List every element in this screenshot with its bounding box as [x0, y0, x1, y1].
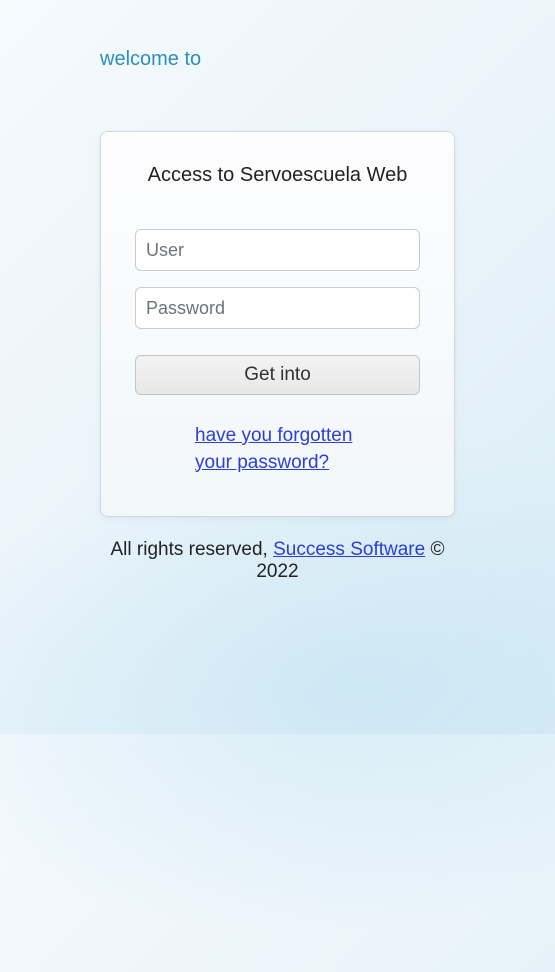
card-title: Access to Servoescuela Web: [135, 164, 420, 187]
company-link[interactable]: Success Software: [273, 539, 425, 560]
footer: All rights reserved, Success Software © …: [100, 539, 455, 583]
forgot-password-link[interactable]: have you forgotten your password?: [135, 423, 420, 476]
login-card: Access to Servoescuela Web Get into have…: [100, 131, 455, 517]
user-input[interactable]: [135, 229, 420, 271]
footer-rights-text: All rights reserved,: [111, 539, 274, 560]
login-button[interactable]: Get into: [135, 355, 420, 395]
password-input[interactable]: [135, 287, 420, 329]
welcome-text: welcome to: [100, 48, 455, 71]
